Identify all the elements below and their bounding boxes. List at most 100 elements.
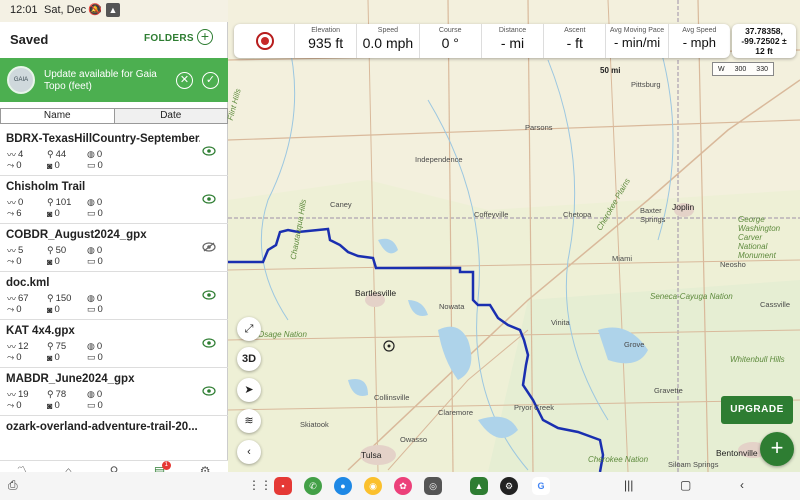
plus-circle-icon[interactable]: +: [197, 29, 213, 45]
stat-label: Elevation: [311, 27, 341, 34]
upgrade-button[interactable]: UPGRADE: [721, 396, 793, 424]
globe-icon: ◍: [87, 149, 95, 159]
stat-photos: ◙ 0: [47, 256, 60, 267]
stat-routes: ⤳ 0: [7, 304, 22, 315]
visible-eye-icon[interactable]: [202, 194, 216, 204]
list-item[interactable]: BDRX-TexasHillCountry-September... 〰 4 ⚲ 4…: [0, 128, 228, 176]
camera-icon: ◙: [47, 160, 53, 171]
route-icon: ⤳: [7, 400, 15, 410]
stat-distance[interactable]: Distance - mi: [480, 24, 543, 58]
app-icon-chrome[interactable]: ◉: [364, 477, 382, 495]
app-icon-gallery[interactable]: ✿: [394, 477, 412, 495]
camera-icon: ◙: [47, 208, 53, 219]
tab-sort-date[interactable]: Date: [114, 109, 227, 123]
app-icon-messages[interactable]: ●: [334, 477, 352, 495]
stat-value: - min/mi: [613, 35, 661, 50]
layers-button[interactable]: ≋: [237, 409, 261, 433]
route-icon: ⤳: [7, 352, 15, 362]
stat-folders: ▭ 0: [87, 208, 103, 219]
app-icon-settings[interactable]: ⚙: [500, 477, 518, 495]
stat-avg-speed[interactable]: Avg Speed - mph: [667, 24, 730, 58]
folder-icon: ▭: [87, 208, 96, 218]
3d-button[interactable]: 3D: [237, 347, 261, 371]
locate-button[interactable]: ➤: [237, 378, 261, 402]
item-stats-row: ⤳ 0 ◙ 0 ▭ 0: [7, 256, 127, 267]
stat-speed[interactable]: Speed 0.0 mph: [356, 24, 418, 58]
app-icon-gaia[interactable]: ▲: [470, 477, 488, 495]
accept-update-button[interactable]: ✓: [202, 72, 219, 89]
update-banner[interactable]: GAIA Update available for Gaia Topo (fee…: [0, 58, 228, 102]
visible-eye-icon[interactable]: [202, 290, 216, 300]
place-label: Pryor Creek: [514, 403, 555, 412]
place-label: Siloam Springs: [668, 460, 719, 469]
place-label: Joplin: [672, 202, 695, 212]
add-fab-button[interactable]: +: [760, 432, 794, 466]
app-icon-tasks[interactable]: ▪: [274, 477, 292, 495]
place-label: Caney: [330, 200, 352, 209]
place-label: Skiatook: [300, 420, 329, 429]
place-label: Bentonville: [716, 448, 758, 458]
stat-value: - mph: [682, 35, 716, 50]
compass-w: W: [718, 65, 725, 73]
visible-eye-icon[interactable]: [202, 338, 216, 348]
place-label: Vinita: [551, 318, 570, 327]
list-item-name: doc.kml: [6, 277, 50, 289]
app-icon-google[interactable]: G: [532, 477, 550, 495]
list-item[interactable]: ozark-overland-adventure-trail-20...: [0, 416, 228, 464]
globe-icon: ◍: [87, 197, 95, 207]
check-icon: ✓: [205, 74, 216, 86]
stat-photos: ◙ 0: [47, 208, 60, 219]
stats-bar: Elevation 935 ft Speed 0.0 mph Course 0 …: [234, 24, 730, 58]
home-icon[interactable]: ▢: [680, 478, 691, 492]
stat-ascent[interactable]: Ascent - ft: [543, 24, 605, 58]
place-label: Parsons: [525, 123, 553, 132]
visible-eye-icon[interactable]: [202, 146, 216, 156]
tab-sort-name[interactable]: Name: [1, 109, 115, 123]
region-label: George Washington Carver National Monume…: [738, 215, 781, 260]
app-icon-camera[interactable]: ◎: [424, 477, 442, 495]
folders-button[interactable]: FOLDERS: [144, 33, 194, 44]
list-item[interactable]: doc.kml 〰 67 ⚲ 150 ◍ 0 ⤳ 0 ◙ 0 ▭ 0: [0, 272, 228, 320]
stat-value: - ft: [566, 35, 583, 51]
map-view[interactable]: 50 mi W 300 330: [228, 0, 800, 472]
camera-icon: ◙: [47, 304, 53, 315]
route-icon: ⤳: [7, 304, 15, 314]
stat-elevation[interactable]: Elevation 935 ft: [294, 24, 356, 58]
stat-avg-pace[interactable]: Avg Moving Pace - min/mi: [605, 24, 667, 58]
visible-eye-icon[interactable]: [202, 386, 216, 396]
gaia-app-icon: ▲: [106, 3, 120, 17]
place-label: Pittsburg: [631, 80, 661, 89]
collapse-panel-button[interactable]: ‹: [237, 440, 261, 464]
coord-lon: -99.72502 ±: [741, 36, 787, 46]
app-icon-phone[interactable]: ✆: [304, 477, 322, 495]
list-item[interactable]: MABDR_June2024_gpx 〰 19 ⚲ 78 ◍ 0 ⤳ 0 ◙ 0 ▭ 0: [0, 368, 228, 416]
list-item[interactable]: KAT 4x4.gpx 〰 12 ⚲ 75 ◍ 0 ⤳ 0 ◙ 0 ▭ 0: [0, 320, 228, 368]
record-button[interactable]: [234, 24, 294, 58]
status-bar: 12:01 Sat, Dec 13 🔕 ▲: [0, 0, 800, 22]
back-icon[interactable]: ‹: [740, 478, 744, 492]
pin-icon: ⚲: [47, 341, 54, 351]
route-icon: ⤳: [7, 208, 15, 218]
place-label: Bartlesville: [355, 288, 397, 298]
navigation-arrow-icon: ➤: [244, 384, 254, 396]
folder-icon: ▭: [87, 352, 96, 362]
app-drawer-icon[interactable]: ⋮⋮: [248, 478, 272, 492]
fullscreen-button[interactable]: ⤢: [237, 317, 261, 341]
list-item[interactable]: COBDR_August2024_gpx 〰 5 ⚲ 50 ◍ 0 ⤳ 0 ◙ 0 ▭ 0: [0, 224, 228, 272]
coord-accuracy: 12 ft: [755, 46, 773, 56]
nav-badge: 1: [161, 461, 171, 470]
place-label: Independence: [415, 155, 463, 164]
stat-folders: ▭ 0: [87, 352, 103, 363]
hidden-eye-icon[interactable]: [202, 242, 216, 252]
route-icon: ⤳: [7, 256, 15, 266]
coordinates-display[interactable]: 37.78358, -99.72502 ± 12 ft: [732, 24, 796, 58]
stat-course[interactable]: Course 0 °: [418, 24, 481, 58]
notification-icon: 🔕: [88, 4, 102, 16]
list-item[interactable]: Chisholm Trail 〰 0 ⚲ 101 ◍ 0 ⤳ 6 ◙ 0 ▭ 0: [0, 176, 228, 224]
recents-icon[interactable]: |||: [624, 478, 633, 492]
system-nav-bar: ⎙ ⋮⋮ ▪ ✆ ● ◉ ✿ ◎ ▲ ⚙ G ||| ▢ ‹: [0, 472, 800, 500]
dismiss-update-button[interactable]: ✕: [176, 72, 193, 89]
screenshot-icon[interactable]: ⎙: [8, 478, 18, 493]
plus-icon: +: [770, 435, 784, 460]
folder-icon: ▭: [87, 304, 96, 314]
